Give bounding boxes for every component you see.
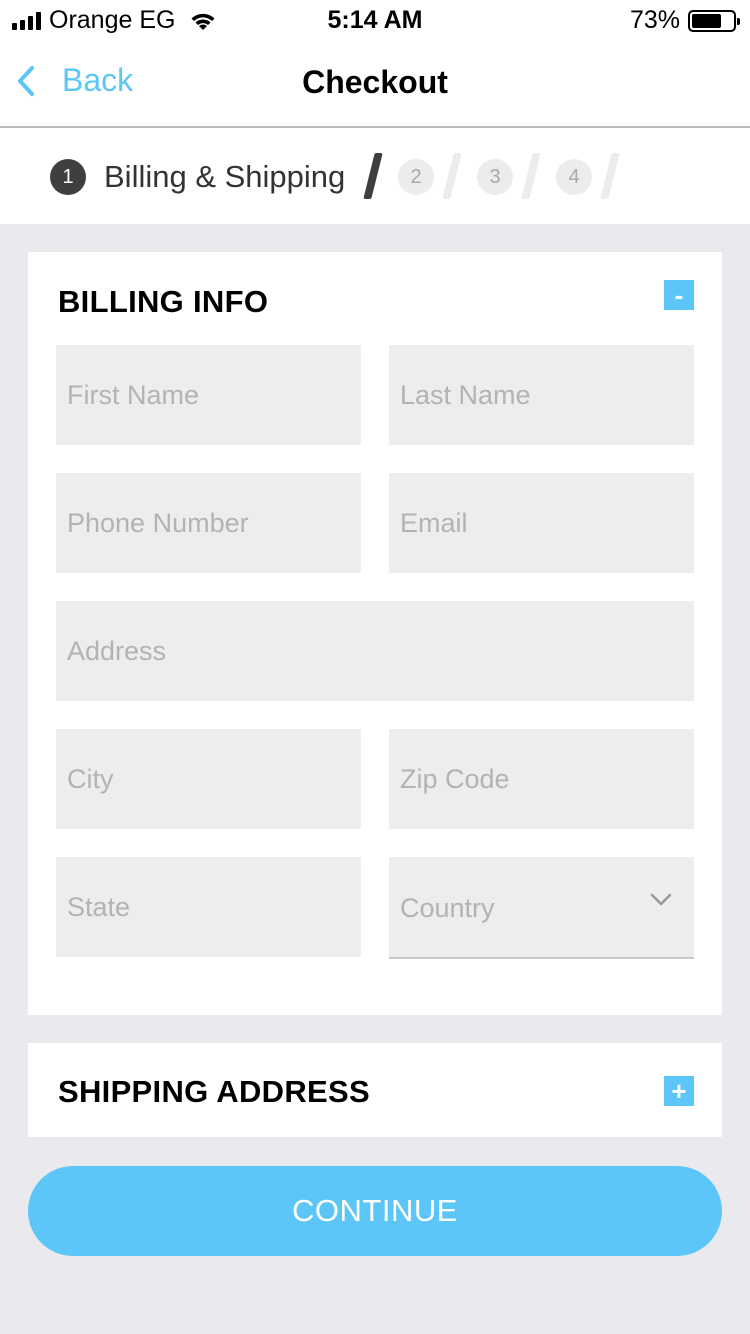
step-current[interactable]: 1 Billing & Shipping xyxy=(50,159,345,195)
step-divider xyxy=(442,153,462,199)
country-select[interactable]: Country xyxy=(389,857,694,959)
state-field[interactable] xyxy=(56,857,361,957)
battery-fill xyxy=(692,13,722,28)
step-divider xyxy=(600,153,620,199)
last-name-field[interactable] xyxy=(389,345,694,445)
shipping-address-title: SHIPPING ADDRESS xyxy=(58,1074,370,1109)
status-right: 73% xyxy=(629,6,740,35)
email-field[interactable] xyxy=(389,473,694,573)
battery-icon xyxy=(688,9,740,32)
battery-percent: 73% xyxy=(629,6,680,34)
step-3[interactable]: 3 xyxy=(477,159,513,195)
step-label: Billing & Shipping xyxy=(104,159,346,194)
step-2[interactable]: 2 xyxy=(398,159,434,195)
continue-button[interactable]: CONTINUE xyxy=(28,1166,722,1256)
step-number-active: 1 xyxy=(50,159,86,195)
collapse-billing-button[interactable]: - xyxy=(664,280,694,310)
step-4[interactable]: 4 xyxy=(556,159,592,195)
checkout-steps: 1 Billing & Shipping 2 3 4 xyxy=(0,128,750,224)
country-select-value: Country xyxy=(400,893,495,923)
first-name-field[interactable] xyxy=(56,345,361,445)
step-divider xyxy=(521,153,541,199)
shipping-address-section[interactable]: SHIPPING ADDRESS + xyxy=(28,1043,722,1137)
status-bar: Orange EG 5:14 AM 73% xyxy=(0,0,750,42)
step-divider xyxy=(363,153,383,199)
expand-shipping-button[interactable]: + xyxy=(664,1076,694,1106)
page-title: Checkout xyxy=(302,64,448,100)
city-field[interactable] xyxy=(56,729,361,829)
zip-code-field[interactable] xyxy=(389,729,694,829)
billing-info-title: BILLING INFO xyxy=(58,284,269,319)
nav-bar: Back Checkout xyxy=(0,42,750,128)
phone-number-field[interactable] xyxy=(56,473,361,573)
chevron-down-icon xyxy=(650,893,672,906)
address-field[interactable] xyxy=(56,601,694,701)
billing-info-section: BILLING INFO - Country xyxy=(28,252,722,1015)
